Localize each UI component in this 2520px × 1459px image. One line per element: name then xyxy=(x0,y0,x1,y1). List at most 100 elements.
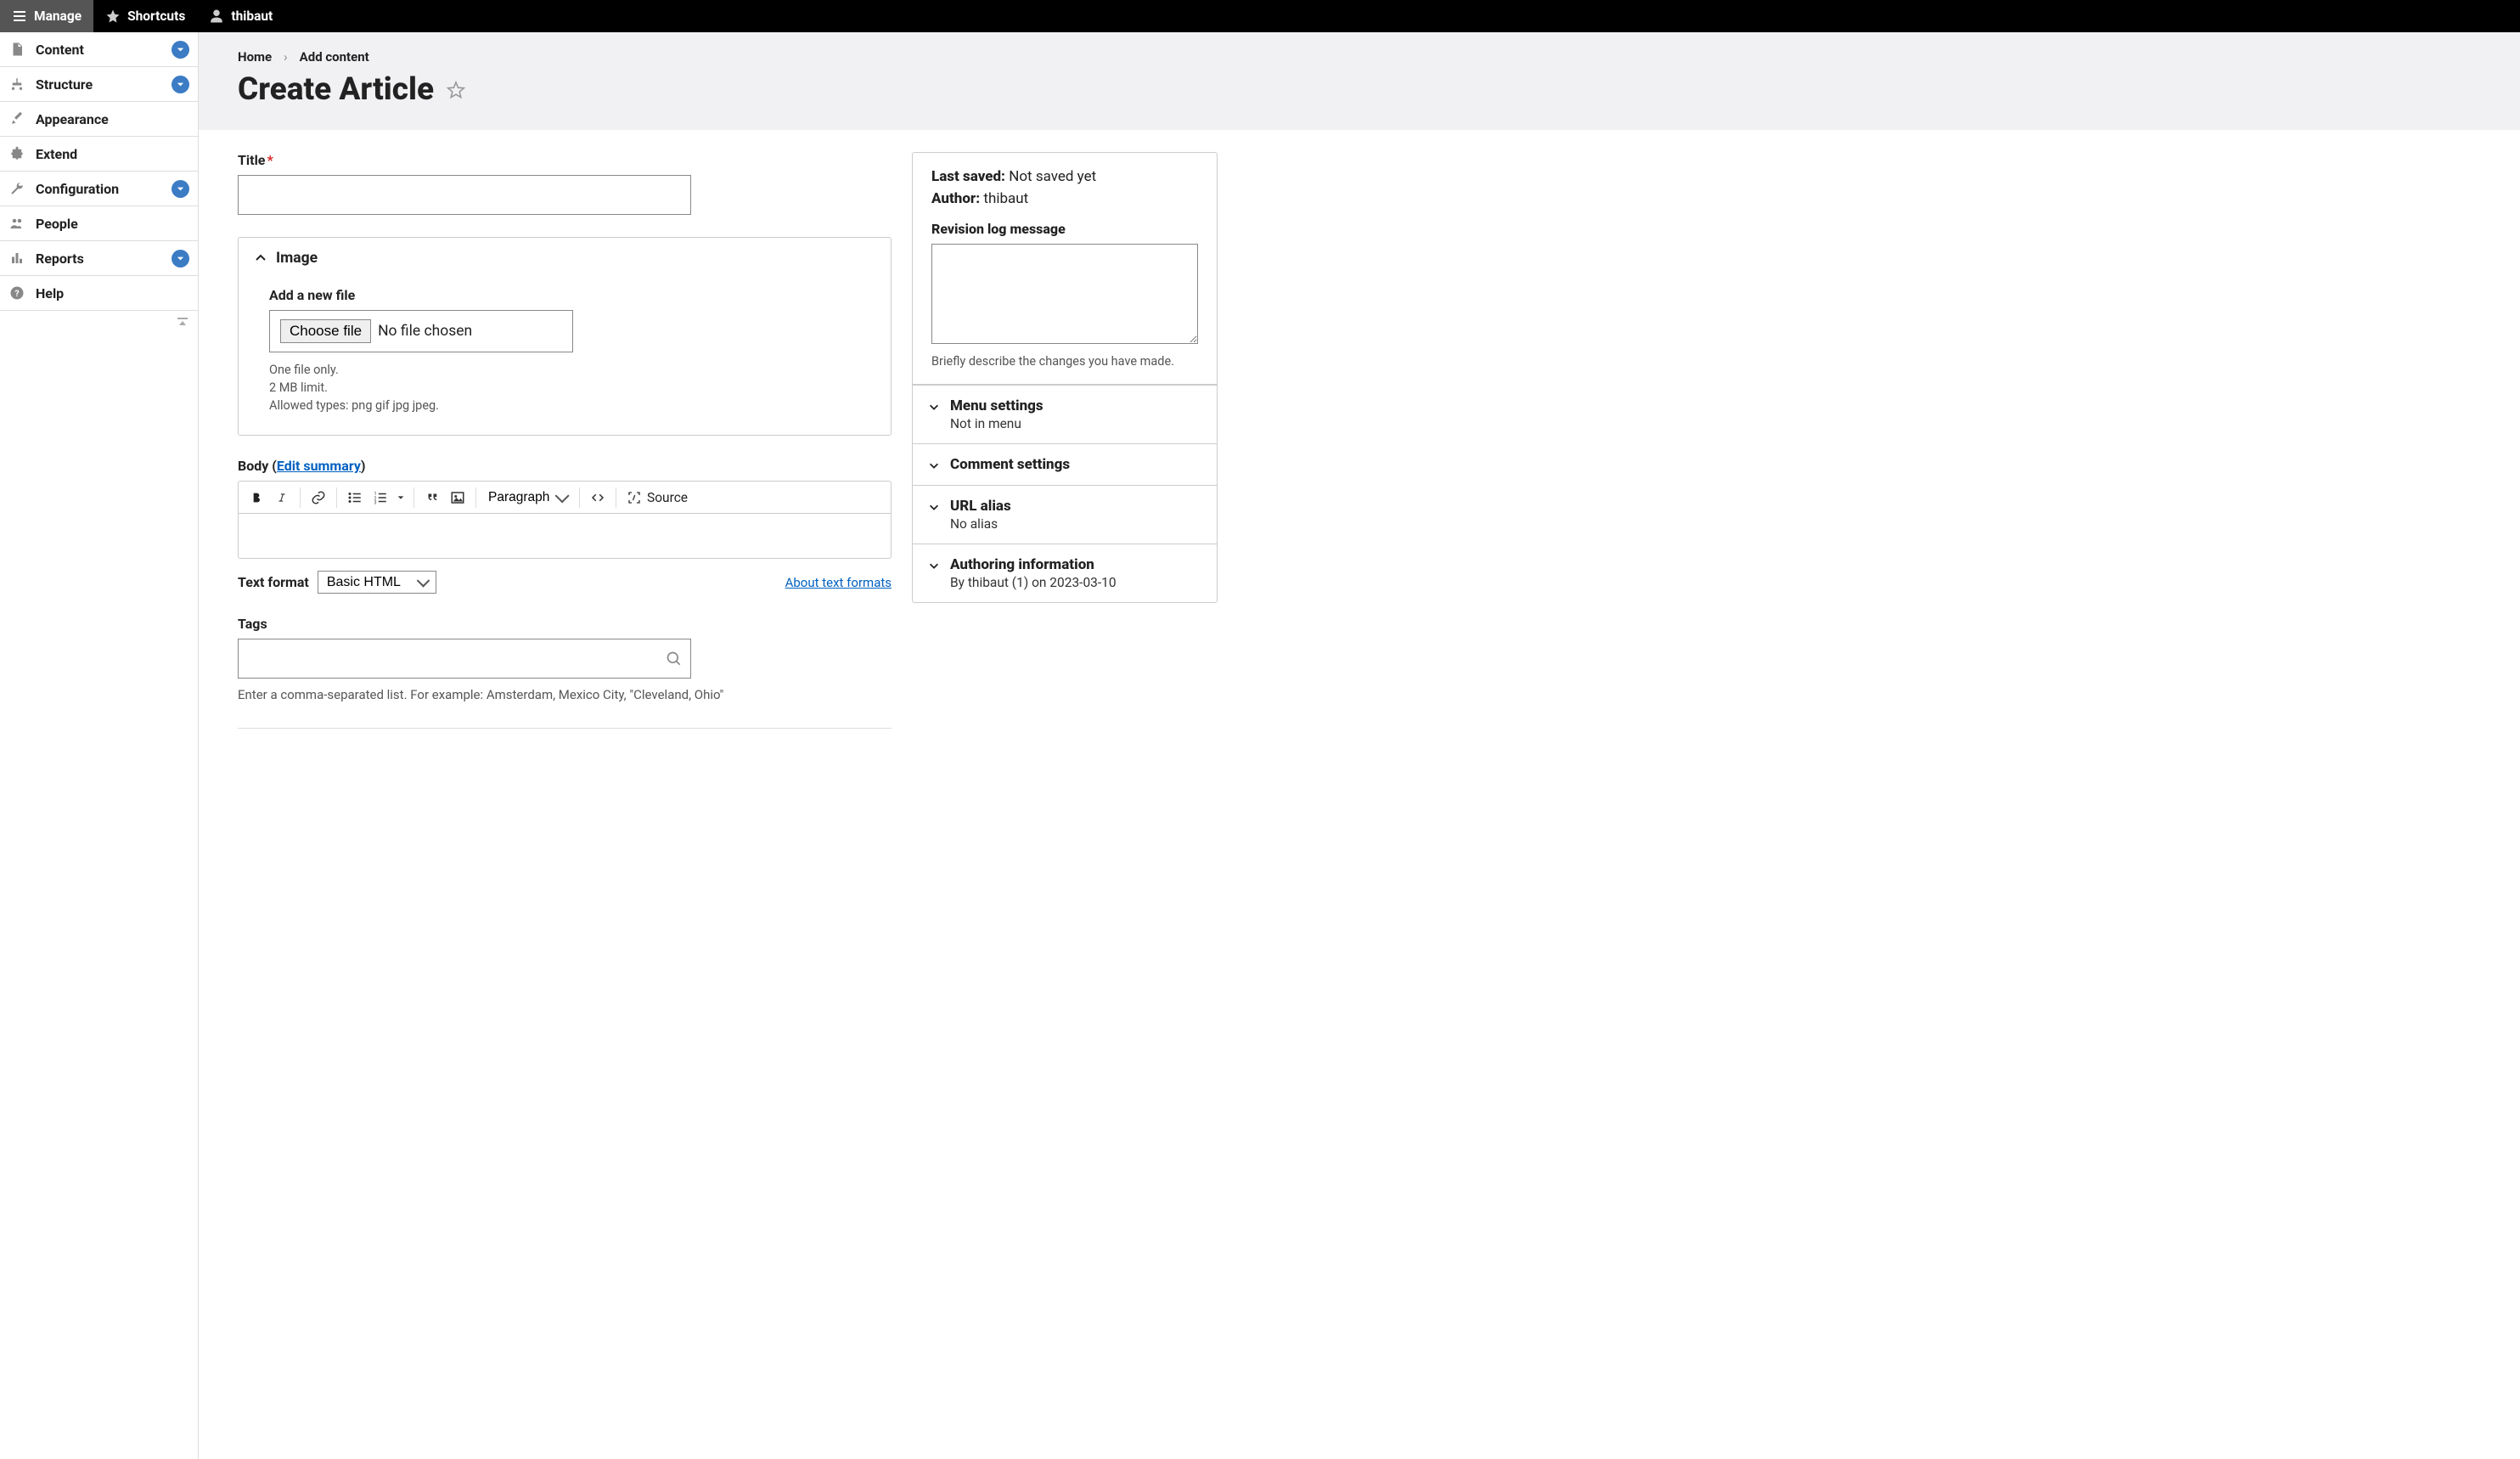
toolbar-shortcuts[interactable]: Shortcuts xyxy=(93,0,197,32)
search-icon xyxy=(666,651,683,668)
image-fieldset-toggle[interactable]: Image xyxy=(239,238,891,279)
page-title: Create Article xyxy=(238,71,434,108)
chevron-down-icon[interactable] xyxy=(172,180,189,198)
separator xyxy=(300,487,301,508)
source-button[interactable]: Source xyxy=(622,490,693,505)
breadcrumb-home[interactable]: Home xyxy=(238,49,272,65)
sidebar-item-people[interactable]: People xyxy=(0,206,198,241)
sidebar-item-appearance[interactable]: Appearance xyxy=(0,102,198,137)
body-label: Body (Edit summary) xyxy=(238,458,892,474)
image-fieldset: Image Add a new file Choose file No file… xyxy=(238,237,892,436)
bold-button[interactable] xyxy=(244,485,269,510)
blockquote-button[interactable] xyxy=(419,485,445,510)
text-format-label: Text format xyxy=(238,574,309,590)
divider xyxy=(238,728,892,729)
hierarchy-icon xyxy=(8,76,25,93)
chevron-down-icon xyxy=(928,401,940,413)
separator xyxy=(475,487,476,508)
admin-sidebar: Content Structure Appearance Extend xyxy=(0,32,199,1459)
chevron-right-icon: › xyxy=(284,49,288,65)
sidebar-item-content[interactable]: Content xyxy=(0,32,198,67)
sidebar-item-extend[interactable]: Extend xyxy=(0,137,198,172)
paragraph-select[interactable]: Paragraph xyxy=(481,487,574,508)
star-outline-icon[interactable] xyxy=(446,80,466,100)
image-button[interactable] xyxy=(445,485,470,510)
toolbar-user[interactable]: thibaut xyxy=(197,0,284,32)
numbered-list-button[interactable]: 123 xyxy=(368,485,393,510)
last-saved-row: Last saved: Not saved yet xyxy=(931,168,1198,185)
sidebar-item-label: Help xyxy=(36,285,64,301)
sidebar-item-configuration[interactable]: Configuration xyxy=(0,172,198,206)
tags-help-text: Enter a comma-separated list. For exampl… xyxy=(238,687,892,702)
chevron-down-icon[interactable] xyxy=(172,41,189,59)
puzzle-icon xyxy=(8,145,25,162)
choose-file-button[interactable]: Choose file xyxy=(280,319,371,343)
revision-log-label: Revision log message xyxy=(931,221,1198,237)
file-input[interactable]: Choose file No file chosen xyxy=(269,310,573,352)
chevron-down-icon xyxy=(928,501,940,513)
tags-label: Tags xyxy=(238,616,892,632)
body-editor: 123 Paragraph xyxy=(238,481,892,559)
bullet-list-button[interactable] xyxy=(342,485,368,510)
toolbar-user-label: thibaut xyxy=(231,8,273,24)
chevron-down-icon[interactable] xyxy=(172,250,189,268)
author-row: Author: thibaut xyxy=(931,190,1198,207)
chevron-down-icon[interactable] xyxy=(172,76,189,93)
about-text-formats-link[interactable]: About text formats xyxy=(785,575,892,590)
add-file-label: Add a new file xyxy=(269,287,860,303)
sidebar-collapse-button[interactable] xyxy=(0,311,198,335)
breadcrumb: Home › Add content xyxy=(238,49,2481,65)
file-chosen-text: No file chosen xyxy=(378,323,472,340)
sidebar-item-label: Appearance xyxy=(36,111,109,127)
page-header: Home › Add content Create Article xyxy=(199,32,2520,130)
sidebar-item-label: Content xyxy=(36,42,84,58)
image-legend-label: Image xyxy=(276,250,318,267)
admin-toolbar: Manage Shortcuts thibaut xyxy=(0,0,2520,32)
menu-settings-accordion[interactable]: Menu settings Not in menu xyxy=(913,385,1217,443)
revision-log-textarea[interactable] xyxy=(931,244,1198,344)
list-dropdown-button[interactable] xyxy=(393,485,408,510)
paintbrush-icon xyxy=(8,110,25,127)
form-side-column: Last saved: Not saved yet Author: thibau… xyxy=(912,152,1218,729)
link-button[interactable] xyxy=(306,485,331,510)
toolbar-manage-label: Manage xyxy=(34,8,82,24)
revision-log-help: Briefly describe the changes you have ma… xyxy=(931,354,1198,369)
user-icon xyxy=(209,8,224,24)
comment-settings-accordion[interactable]: Comment settings xyxy=(913,443,1217,485)
separator xyxy=(413,487,414,508)
wrench-icon xyxy=(8,180,25,197)
paragraph-select-wrap: Paragraph xyxy=(481,487,574,508)
italic-button[interactable] xyxy=(269,485,295,510)
required-indicator: * xyxy=(267,152,273,168)
toolbar-manage[interactable]: Manage xyxy=(0,0,93,32)
sidebar-item-label: People xyxy=(36,216,78,232)
chevron-down-icon xyxy=(928,560,940,572)
separator xyxy=(336,487,337,508)
toolbar-shortcuts-label: Shortcuts xyxy=(127,8,185,24)
svg-text:?: ? xyxy=(14,288,19,299)
chevron-down-icon xyxy=(928,459,940,471)
chevron-up-icon xyxy=(254,251,267,265)
star-icon xyxy=(105,8,121,24)
people-icon xyxy=(8,215,25,232)
hamburger-icon xyxy=(12,8,27,24)
sidebar-item-reports[interactable]: Reports xyxy=(0,241,198,276)
sidebar-item-label: Configuration xyxy=(36,181,119,197)
tags-input[interactable] xyxy=(238,639,691,679)
sidebar-item-help[interactable]: ? Help xyxy=(0,276,198,311)
bar-chart-icon xyxy=(8,250,25,267)
authoring-info-accordion[interactable]: Authoring information By thibaut (1) on … xyxy=(913,544,1217,602)
body-editor-content[interactable] xyxy=(239,514,891,558)
main-region: Home › Add content Create Article Title* xyxy=(199,32,2520,1459)
sidebar-item-structure[interactable]: Structure xyxy=(0,67,198,102)
title-input[interactable] xyxy=(238,175,691,215)
code-button[interactable] xyxy=(585,485,610,510)
help-icon: ? xyxy=(8,284,25,301)
breadcrumb-add-content[interactable]: Add content xyxy=(300,49,369,65)
sidebar-item-label: Structure xyxy=(36,76,93,93)
document-icon xyxy=(8,41,25,58)
edit-summary-link[interactable]: Edit summary xyxy=(277,458,361,474)
text-format-select[interactable]: Basic HTML xyxy=(318,571,436,594)
url-alias-accordion[interactable]: URL alias No alias xyxy=(913,485,1217,544)
separator xyxy=(579,487,580,508)
